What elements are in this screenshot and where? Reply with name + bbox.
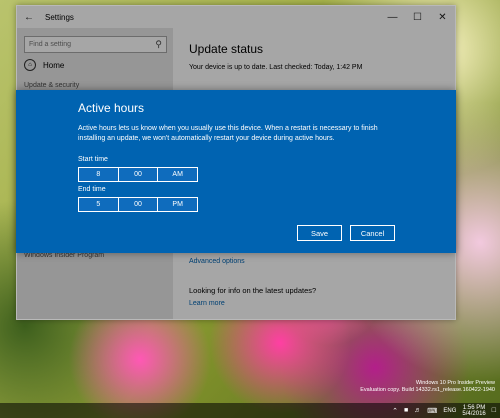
notification-icon[interactable]: □	[492, 407, 496, 414]
start-period[interactable]: AM	[158, 168, 197, 181]
clock-date: 5/4/2016	[462, 410, 486, 417]
network-icon[interactable]: ■	[404, 407, 408, 414]
save-button[interactable]: Save	[297, 225, 342, 241]
volume-icon[interactable]: ♬	[414, 407, 421, 414]
watermark-line-2: Evaluation copy. Build 14332.rs1_release…	[360, 387, 495, 393]
cancel-button[interactable]: Cancel	[350, 225, 395, 241]
active-hours-dialog: Active hours Active hours lets us know w…	[16, 90, 456, 253]
clock-time: 1:56 PM	[462, 404, 486, 411]
start-time-label: Start time	[78, 156, 108, 163]
system-tray: ⌃ ■ ♬ ⌨ ENG 1:56 PM 5/4/2016 □	[392, 403, 496, 418]
keyboard-icon[interactable]: ⌨	[427, 407, 437, 415]
end-time-label: End time	[78, 186, 106, 193]
desktop-watermark: Windows 10 Pro Insider Preview Evaluatio…	[360, 380, 495, 394]
end-hour[interactable]: 5	[79, 198, 119, 211]
start-hour[interactable]: 8	[79, 168, 119, 181]
dialog-title: Active hours	[78, 101, 145, 115]
end-time-picker[interactable]: 5 00 PM	[78, 197, 198, 212]
chevron-up-icon[interactable]: ⌃	[392, 407, 398, 415]
watermark-line-1: Windows 10 Pro Insider Preview	[415, 380, 495, 386]
language-indicator[interactable]: ENG	[443, 408, 456, 414]
end-period[interactable]: PM	[158, 198, 197, 211]
end-minute[interactable]: 00	[119, 198, 159, 211]
start-minute[interactable]: 00	[119, 168, 159, 181]
clock[interactable]: 1:56 PM 5/4/2016	[462, 405, 485, 417]
taskbar: ⌃ ■ ♬ ⌨ ENG 1:56 PM 5/4/2016 □	[0, 403, 500, 418]
dialog-description: Active hours lets us know when you usual…	[78, 125, 378, 142]
start-time-picker[interactable]: 8 00 AM	[78, 167, 198, 182]
